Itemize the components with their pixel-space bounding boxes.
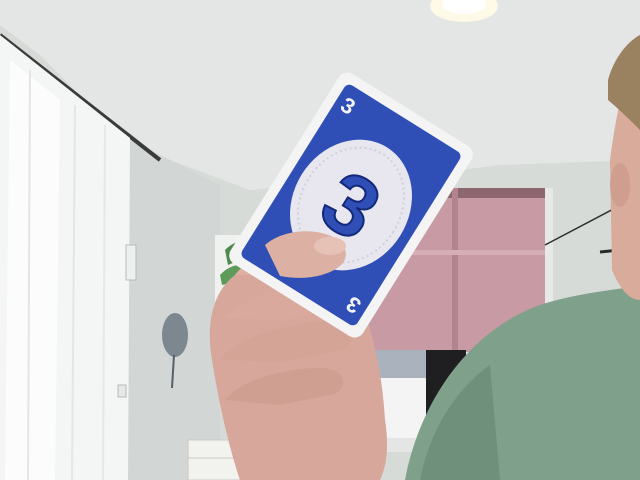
photo-canvas: 3 3 3 xyxy=(0,0,640,480)
photo-scene: 3 3 3 xyxy=(0,0,640,480)
wall-fixture xyxy=(125,244,137,281)
window-mullion xyxy=(452,188,458,358)
thumbnail xyxy=(314,237,346,255)
hanging-cap xyxy=(162,313,188,357)
wall-outlet xyxy=(117,384,127,398)
person-ear xyxy=(610,163,630,207)
curtain-highlight xyxy=(5,60,60,480)
